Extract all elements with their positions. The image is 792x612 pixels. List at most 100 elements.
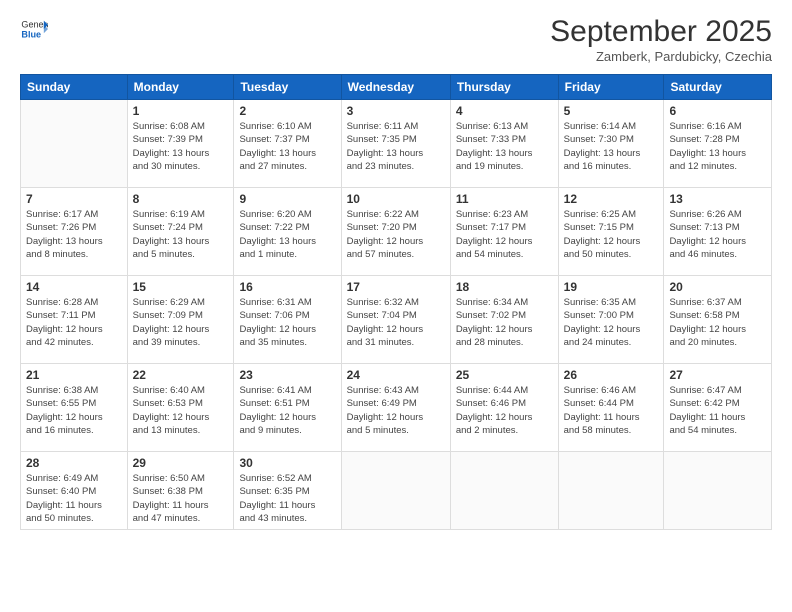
location-subtitle: Zamberk, Pardubicky, Czechia — [550, 49, 772, 64]
table-row: 23 Sunrise: 6:41 AMSunset: 6:51 PMDayligh… — [234, 364, 341, 452]
day-info: Sunrise: 6:37 AMSunset: 6:58 PMDaylight:… — [669, 296, 766, 349]
table-row: 17 Sunrise: 6:32 AMSunset: 7:04 PMDayligh… — [341, 276, 450, 364]
day-number: 2 — [239, 104, 335, 118]
table-row: 14Sunrise: 6:28 AMSunset: 7:11 PMDayligh… — [21, 276, 128, 364]
header-saturday: Saturday — [664, 75, 772, 100]
table-row — [450, 452, 558, 530]
day-info: Sunrise: 6:22 AMSunset: 7:20 PMDaylight:… — [347, 208, 445, 261]
day-number: 17 — [347, 280, 445, 294]
day-number: 8 — [133, 192, 229, 206]
day-info: Sunrise: 6:40 AMSunset: 6:53 PMDaylight:… — [133, 384, 229, 437]
table-row: 26Sunrise: 6:46 AMSunset: 6:44 PMDayligh… — [558, 364, 664, 452]
table-row: 4 Sunrise: 6:13 AMSunset: 7:33 PMDaylight… — [450, 100, 558, 188]
table-row: 20 Sunrise: 6:37 AMSunset: 6:58 PMDayligh… — [664, 276, 772, 364]
day-info: Sunrise: 6:08 AMSunset: 7:39 PMDaylight:… — [133, 120, 229, 173]
day-number: 22 — [133, 368, 229, 382]
table-row: 18 Sunrise: 6:34 AMSunset: 7:02 PMDayligh… — [450, 276, 558, 364]
table-row: 12 Sunrise: 6:25 AMSunset: 7:15 PMDayligh… — [558, 188, 664, 276]
header-tuesday: Tuesday — [234, 75, 341, 100]
day-info: Sunrise: 6:35 AMSunset: 7:00 PMDaylight:… — [564, 296, 659, 349]
table-row: 19 Sunrise: 6:35 AMSunset: 7:00 PMDayligh… — [558, 276, 664, 364]
table-row: 10 Sunrise: 6:22 AMSunset: 7:20 PMDayligh… — [341, 188, 450, 276]
table-row: 13 Sunrise: 6:26 AMSunset: 7:13 PMDayligh… — [664, 188, 772, 276]
calendar-header-row: Sunday Monday Tuesday Wednesday Thursday… — [21, 75, 772, 100]
day-number: 27 — [669, 368, 766, 382]
svg-text:Blue: Blue — [21, 29, 41, 39]
calendar-table: Sunday Monday Tuesday Wednesday Thursday… — [20, 74, 772, 530]
day-info: Sunrise: 6:47 AMSunset: 6:42 PMDaylight:… — [669, 384, 766, 437]
table-row: 24 Sunrise: 6:43 AMSunset: 6:49 PMDayligh… — [341, 364, 450, 452]
day-info: Sunrise: 6:11 AMSunset: 7:35 PMDaylight:… — [347, 120, 445, 173]
table-row: 3 Sunrise: 6:11 AMSunset: 7:35 PMDaylight… — [341, 100, 450, 188]
table-row: 27 Sunrise: 6:47 AMSunset: 6:42 PMDayligh… — [664, 364, 772, 452]
day-info: Sunrise: 6:43 AMSunset: 6:49 PMDaylight:… — [347, 384, 445, 437]
table-row: 7 Sunrise: 6:17 AMSunset: 7:26 PMDaylight… — [21, 188, 128, 276]
day-number: 24 — [347, 368, 445, 382]
day-number: 3 — [347, 104, 445, 118]
day-info: Sunrise: 6:17 AMSunset: 7:26 PMDaylight:… — [26, 208, 122, 261]
day-info: Sunrise: 6:14 AMSunset: 7:30 PMDaylight:… — [564, 120, 659, 173]
page-header: General Blue September 2025 Zamberk, Par… — [20, 15, 772, 64]
title-block: September 2025 Zamberk, Pardubicky, Czec… — [550, 15, 772, 64]
day-number: 4 — [456, 104, 553, 118]
day-number: 26 — [564, 368, 659, 382]
day-number: 14 — [26, 280, 122, 294]
day-info: Sunrise: 6:32 AMSunset: 7:04 PMDaylight:… — [347, 296, 445, 349]
day-info: Sunrise: 6:26 AMSunset: 7:13 PMDaylight:… — [669, 208, 766, 261]
day-number: 10 — [347, 192, 445, 206]
day-number: 15 — [133, 280, 229, 294]
logo-icon: General Blue — [20, 15, 48, 43]
table-row: 5 Sunrise: 6:14 AMSunset: 7:30 PMDaylight… — [558, 100, 664, 188]
table-row: 15 Sunrise: 6:29 AMSunset: 7:09 PMDayligh… — [127, 276, 234, 364]
day-info: Sunrise: 6:31 AMSunset: 7:06 PMDaylight:… — [239, 296, 335, 349]
table-row: 25 Sunrise: 6:44 AMSunset: 6:46 PMDayligh… — [450, 364, 558, 452]
day-info: Sunrise: 6:13 AMSunset: 7:33 PMDaylight:… — [456, 120, 553, 173]
table-row — [558, 452, 664, 530]
table-row: 6Sunrise: 6:16 AMSunset: 7:28 PMDaylight… — [664, 100, 772, 188]
header-wednesday: Wednesday — [341, 75, 450, 100]
day-number: 9 — [239, 192, 335, 206]
day-number: 12 — [564, 192, 659, 206]
day-info: Sunrise: 6:23 AMSunset: 7:17 PMDaylight:… — [456, 208, 553, 261]
day-info: Sunrise: 6:44 AMSunset: 6:46 PMDaylight:… — [456, 384, 553, 437]
table-row — [21, 100, 128, 188]
day-number: 13 — [669, 192, 766, 206]
day-number: 7 — [26, 192, 122, 206]
day-info: Sunrise: 6:38 AMSunset: 6:55 PMDaylight:… — [26, 384, 122, 437]
table-row: 11 Sunrise: 6:23 AMSunset: 7:17 PMDayligh… — [450, 188, 558, 276]
day-number: 11 — [456, 192, 553, 206]
table-row — [664, 452, 772, 530]
logo: General Blue — [20, 15, 48, 43]
day-number: 18 — [456, 280, 553, 294]
day-number: 20 — [669, 280, 766, 294]
day-info: Sunrise: 6:10 AMSunset: 7:37 PMDaylight:… — [239, 120, 335, 173]
day-info: Sunrise: 6:50 AMSunset: 6:38 PMDaylight:… — [133, 472, 229, 525]
table-row: 21 Sunrise: 6:38 AMSunset: 6:55 PMDayligh… — [21, 364, 128, 452]
day-info: Sunrise: 6:34 AMSunset: 7:02 PMDaylight:… — [456, 296, 553, 349]
day-number: 6 — [669, 104, 766, 118]
day-info: Sunrise: 6:25 AMSunset: 7:15 PMDaylight:… — [564, 208, 659, 261]
day-number: 30 — [239, 456, 335, 470]
day-number: 1 — [133, 104, 229, 118]
table-row: 30 Sunrise: 6:52 AMSunset: 6:35 PMDayligh… — [234, 452, 341, 530]
day-number: 29 — [133, 456, 229, 470]
day-number: 25 — [456, 368, 553, 382]
day-number: 23 — [239, 368, 335, 382]
day-info: Sunrise: 6:41 AMSunset: 6:51 PMDaylight:… — [239, 384, 335, 437]
header-friday: Friday — [558, 75, 664, 100]
day-number: 16 — [239, 280, 335, 294]
day-info: Sunrise: 6:29 AMSunset: 7:09 PMDaylight:… — [133, 296, 229, 349]
day-number: 19 — [564, 280, 659, 294]
day-number: 5 — [564, 104, 659, 118]
table-row: 9 Sunrise: 6:20 AMSunset: 7:22 PMDaylight… — [234, 188, 341, 276]
day-info: Sunrise: 6:20 AMSunset: 7:22 PMDaylight:… — [239, 208, 335, 261]
table-row — [341, 452, 450, 530]
table-row: 1 Sunrise: 6:08 AMSunset: 7:39 PMDaylight… — [127, 100, 234, 188]
day-info: Sunrise: 6:49 AMSunset: 6:40 PMDaylight:… — [26, 472, 122, 525]
table-row: 28 Sunrise: 6:49 AMSunset: 6:40 PMDayligh… — [21, 452, 128, 530]
day-info: Sunrise: 6:52 AMSunset: 6:35 PMDaylight:… — [239, 472, 335, 525]
table-row: 2 Sunrise: 6:10 AMSunset: 7:37 PMDaylight… — [234, 100, 341, 188]
day-number: 28 — [26, 456, 122, 470]
header-thursday: Thursday — [450, 75, 558, 100]
day-number: 21 — [26, 368, 122, 382]
